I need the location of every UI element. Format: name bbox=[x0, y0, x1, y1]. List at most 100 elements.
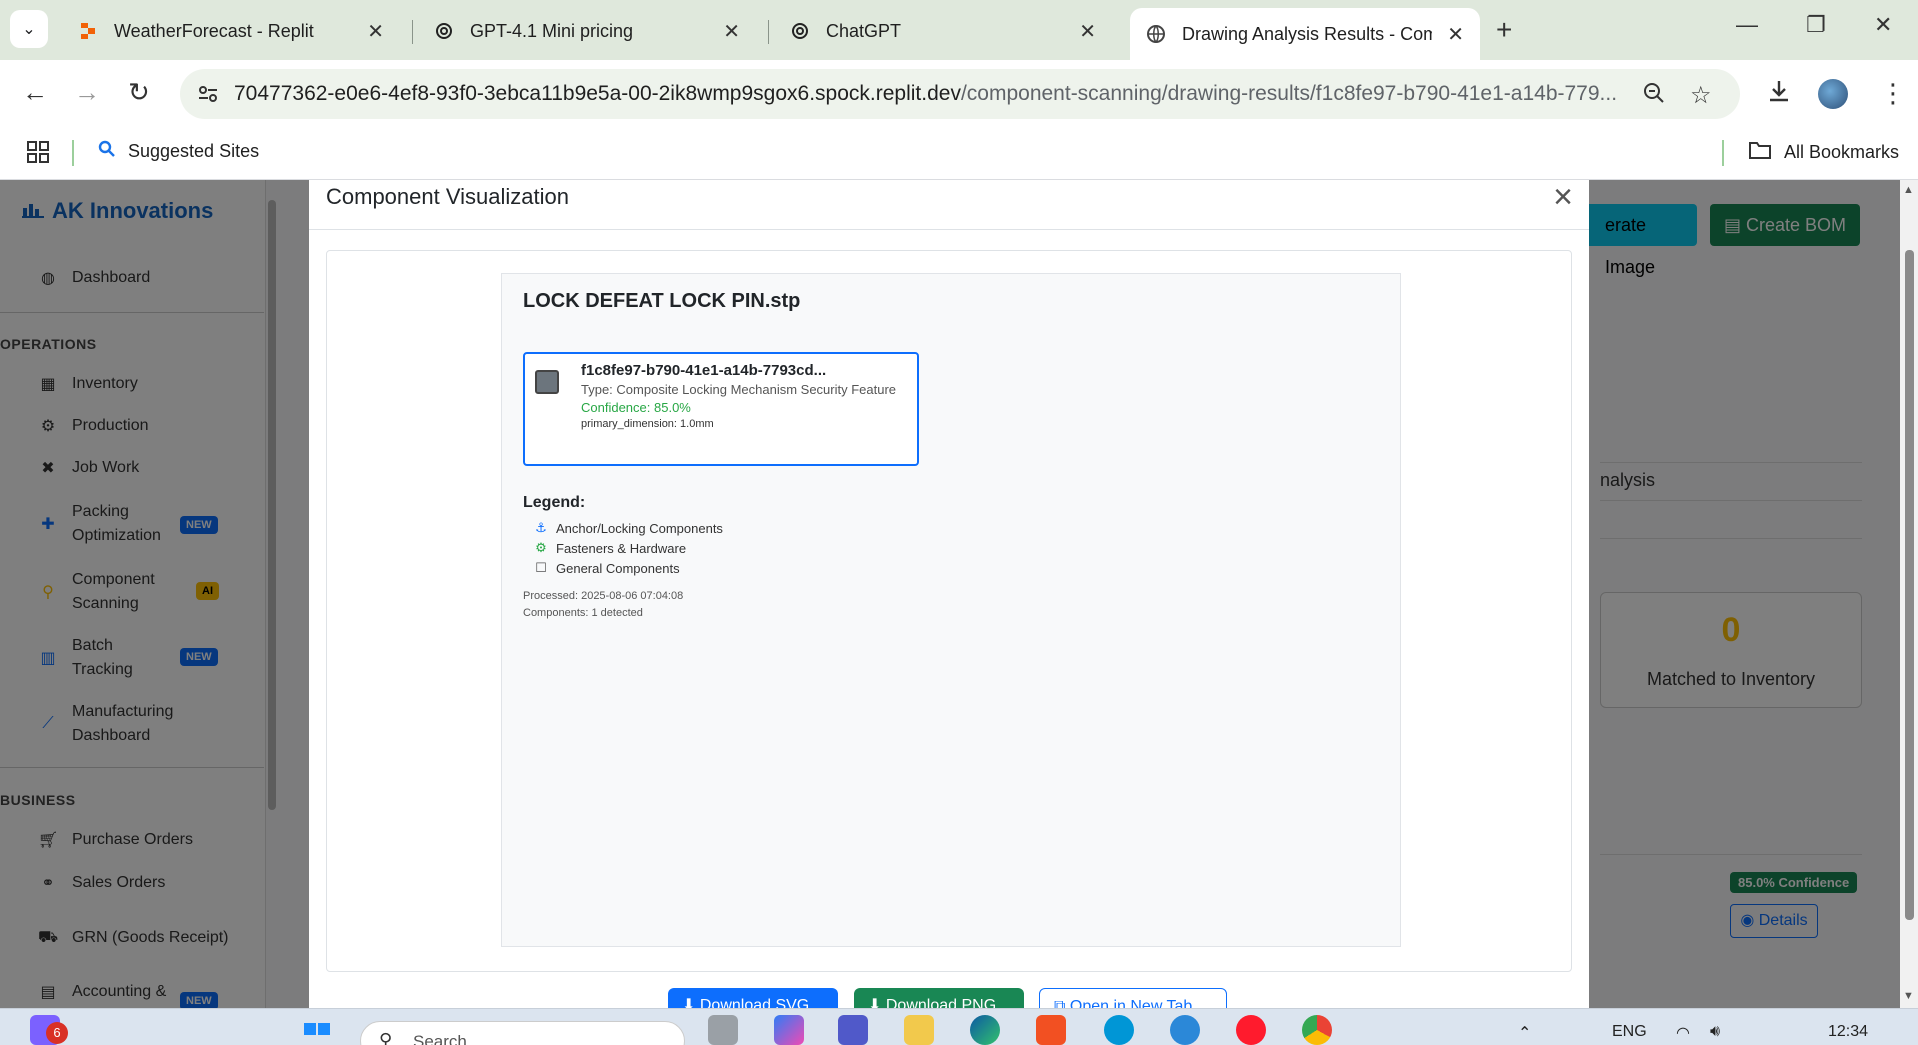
edge-icon[interactable] bbox=[970, 1015, 1000, 1045]
legend-item: ⚙ Fasteners & Hardware bbox=[534, 540, 686, 556]
copilot-icon[interactable] bbox=[774, 1015, 804, 1045]
gear-icon: ⚙ bbox=[535, 540, 547, 555]
legend-item: ☐ General Components bbox=[534, 560, 680, 576]
tab-title: WeatherForecast - Replit bbox=[114, 20, 314, 41]
tab-search-button[interactable]: ⌄ bbox=[10, 10, 48, 48]
all-bookmarks-link[interactable]: All Bookmarks bbox=[1748, 140, 1899, 165]
globe-icon bbox=[1146, 24, 1166, 44]
processed-timestamp: Processed: 2025-08-06 07:04:08 bbox=[523, 590, 684, 602]
close-icon[interactable]: ✕ bbox=[1079, 19, 1096, 44]
suggested-sites-link[interactable]: Suggested Sites bbox=[98, 140, 259, 163]
legend-item: ⚓ Anchor/Locking Components bbox=[534, 520, 723, 536]
new-tab-button[interactable]: + bbox=[1496, 14, 1512, 46]
tab-drawing-analysis[interactable]: Drawing Analysis Results - Com ✕ bbox=[1130, 8, 1480, 60]
scroll-down-icon[interactable]: ▼ bbox=[1903, 990, 1914, 1002]
help-icon[interactable] bbox=[1170, 1015, 1200, 1045]
site-info-icon[interactable] bbox=[196, 82, 220, 106]
address-bar[interactable]: 70477362-e0e6-4ef8-93f0-3ebca11b9e5a-00-… bbox=[180, 69, 1740, 119]
download-icon[interactable] bbox=[1766, 78, 1792, 111]
minimize-icon[interactable]: — bbox=[1736, 12, 1758, 38]
search-icon: ⚲ bbox=[379, 1030, 393, 1045]
scrollbar-thumb[interactable] bbox=[1905, 250, 1914, 920]
download-icon: ⬇ bbox=[868, 997, 886, 1008]
page-scrollbar[interactable]: ▲ ▼ bbox=[1900, 180, 1918, 1008]
download-icon: ⬇ bbox=[682, 997, 700, 1008]
chrome-icon[interactable] bbox=[1302, 1015, 1332, 1045]
restore-icon[interactable]: ❐ bbox=[1806, 12, 1826, 38]
url-text: 70477362-e0e6-4ef8-93f0-3ebca11b9e5a-00-… bbox=[234, 82, 1634, 106]
tab-weatherforecast[interactable]: WeatherForecast - Replit ✕ bbox=[62, 8, 400, 54]
download-png-button[interactable]: ⬇ Download PNG bbox=[854, 988, 1024, 1008]
scroll-up-icon[interactable]: ▲ bbox=[1903, 184, 1914, 196]
search-icon bbox=[98, 140, 116, 163]
legend-label: Anchor/Locking Components bbox=[556, 520, 723, 536]
modal-title: Component Visualization bbox=[326, 184, 569, 209]
component-id: f1c8fe97-b790-41e1-a14b-7793cd... bbox=[581, 362, 827, 379]
close-icon[interactable]: × bbox=[1553, 180, 1573, 214]
tray-chevron-icon[interactable]: ⌃ bbox=[1518, 1023, 1531, 1043]
bookmark-separator bbox=[72, 140, 74, 166]
replit-icon bbox=[78, 21, 98, 41]
download-svg-button[interactable]: ⬇ Download SVG bbox=[668, 988, 838, 1008]
tab-separator bbox=[768, 20, 769, 44]
file-explorer-icon[interactable] bbox=[904, 1015, 934, 1045]
menu-kebab-icon[interactable]: ⋮ bbox=[1880, 78, 1906, 109]
forward-icon[interactable]: → bbox=[74, 77, 100, 108]
close-icon[interactable]: ✕ bbox=[1447, 22, 1464, 47]
wifi-icon[interactable]: ◠ bbox=[1676, 1023, 1690, 1043]
microsoft-store-icon[interactable] bbox=[1036, 1015, 1066, 1045]
legend-label: Fasteners & Hardware bbox=[556, 540, 687, 556]
tab-title: GPT-4.1 Mini pricing bbox=[470, 20, 634, 41]
taskbar-search-placeholder: Search bbox=[413, 1032, 467, 1045]
open-new-tab-button[interactable]: ⧉ Open in New Tab bbox=[1039, 988, 1227, 1008]
openai-icon bbox=[790, 21, 810, 41]
tab-separator bbox=[412, 20, 413, 44]
url-host: 70477362-e0e6-4ef8-93f0-3ebca11b9e5a-00-… bbox=[234, 82, 961, 105]
modal-header: Component Visualization × bbox=[309, 180, 1589, 230]
tab-gpt-pricing[interactable]: GPT-4.1 Mini pricing ✕ bbox=[418, 8, 756, 54]
clock-time[interactable]: 12:34 bbox=[1828, 1023, 1868, 1041]
external-link-icon: ⧉ bbox=[1054, 998, 1070, 1008]
tab-chatgpt[interactable]: ChatGPT ✕ bbox=[774, 8, 1112, 54]
suggested-sites-label: Suggested Sites bbox=[128, 141, 260, 161]
download-svg-label: Download SVG bbox=[699, 997, 810, 1008]
bookmarks-bar: Suggested Sites All Bookmarks bbox=[0, 126, 1918, 180]
apps-grid-icon[interactable] bbox=[26, 140, 50, 169]
hp-icon[interactable] bbox=[1104, 1015, 1134, 1045]
component-dimension: primary_dimension: 1.0mm bbox=[581, 418, 714, 430]
profile-avatar[interactable] bbox=[1818, 79, 1848, 109]
teams-icon[interactable] bbox=[838, 1015, 868, 1045]
component-card[interactable]: f1c8fe97-b790-41e1-a14b-7793cd... Type: … bbox=[523, 352, 919, 466]
opera-icon[interactable] bbox=[1236, 1015, 1266, 1045]
tab-title: Drawing Analysis Results - Com bbox=[1182, 23, 1432, 44]
taskbar-search[interactable]: ⚲ Search bbox=[360, 1021, 685, 1045]
legend-label: General Components bbox=[556, 560, 680, 576]
notification-badge: 6 bbox=[46, 1022, 68, 1044]
windows-start-icon[interactable] bbox=[302, 1015, 332, 1045]
file-name: LOCK DEFEAT LOCK PIN.stp bbox=[523, 290, 801, 312]
close-window-icon[interactable]: ✕ bbox=[1874, 12, 1892, 38]
component-confidence: Confidence: 85.0% bbox=[581, 400, 691, 415]
square-outline-icon: ☐ bbox=[535, 560, 547, 575]
tab-title: ChatGPT bbox=[826, 20, 902, 41]
language-indicator[interactable]: ENG bbox=[1612, 1023, 1647, 1041]
all-bookmarks-label: All Bookmarks bbox=[1784, 142, 1900, 162]
browser-toolbar: ← → ↻ 70477362-e0e6-4ef8-93f0-3ebca11b9e… bbox=[0, 60, 1918, 126]
url-path: /component-scanning/drawing-results/f1c8… bbox=[960, 82, 1618, 105]
chevron-down-icon: ⌄ bbox=[22, 21, 36, 38]
bookmark-separator bbox=[1722, 140, 1724, 166]
download-png-label: Download PNG bbox=[885, 997, 997, 1008]
volume-icon[interactable]: 🔊︎ bbox=[1710, 1023, 1720, 1041]
open-new-tab-label: Open in New Tab bbox=[1069, 998, 1193, 1008]
close-icon[interactable]: ✕ bbox=[367, 19, 384, 44]
anchor-icon: ⚓ bbox=[535, 520, 547, 535]
openai-icon bbox=[434, 21, 454, 41]
task-view-icon[interactable] bbox=[708, 1015, 738, 1045]
legend-title: Legend: bbox=[523, 494, 586, 511]
reload-icon[interactable]: ↻ bbox=[128, 77, 150, 108]
bookmark-star-icon[interactable]: ☆ bbox=[1690, 81, 1712, 110]
zoom-icon[interactable] bbox=[1642, 81, 1666, 112]
close-icon[interactable]: ✕ bbox=[723, 19, 740, 44]
back-icon[interactable]: ← bbox=[22, 77, 48, 108]
components-count: Components: 1 detected bbox=[523, 607, 643, 619]
